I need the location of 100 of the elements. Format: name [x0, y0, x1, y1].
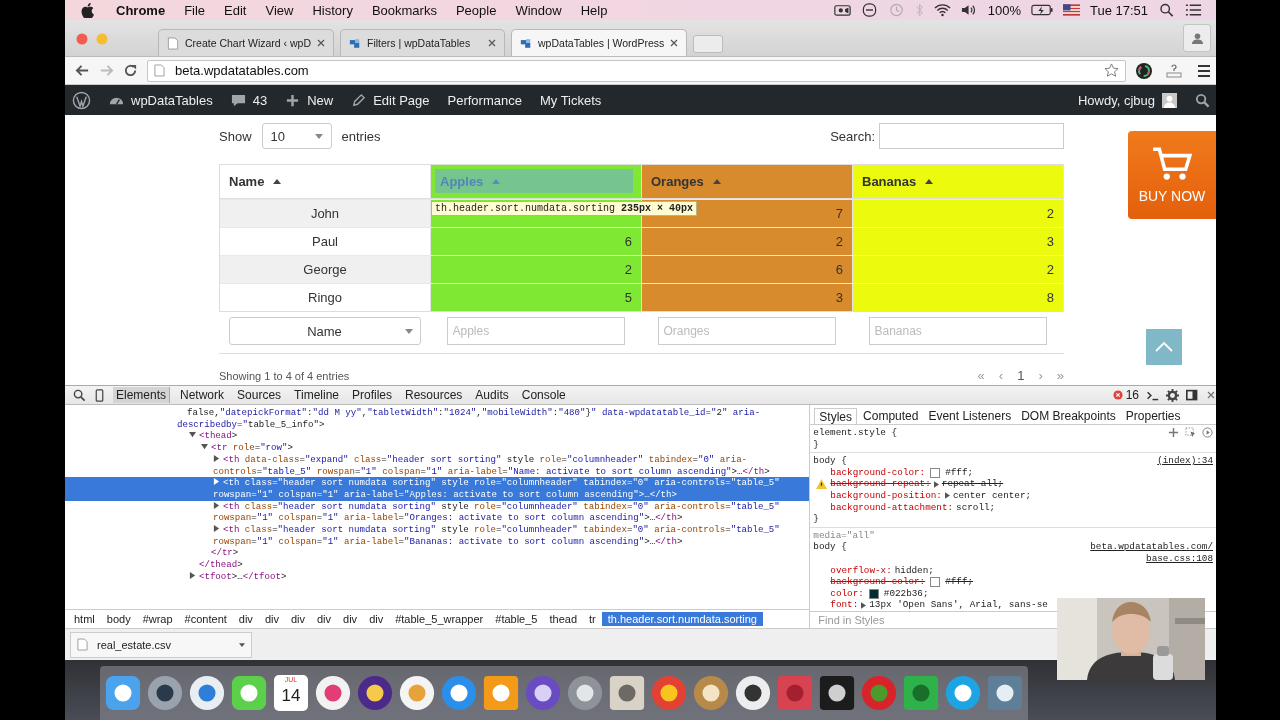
- play-circle-icon[interactable]: [1202, 427, 1213, 439]
- battery-icon[interactable]: [1030, 3, 1053, 17]
- browser-tab[interactable]: Create Chart Wizard ‹ wpD: [158, 29, 335, 56]
- dom-node[interactable]: <tr role="row">: [65, 442, 810, 454]
- breadcrumb[interactable]: div: [311, 612, 338, 626]
- wordpress-logo-icon[interactable]: [72, 90, 91, 110]
- breadcrumb[interactable]: tr: [583, 612, 602, 626]
- video-camera-icon[interactable]: [833, 3, 851, 17]
- error-count[interactable]: 16: [1125, 388, 1139, 402]
- filter-field[interactable]: Apples: [446, 317, 625, 345]
- breadcrumb[interactable]: #table_5: [489, 612, 544, 626]
- disclosure-triangle-icon[interactable]: [213, 525, 220, 533]
- devtools-tab[interactable]: Console: [518, 387, 569, 403]
- source-link[interactable]: (index):34: [1157, 455, 1213, 467]
- list-icon[interactable]: [1185, 3, 1202, 17]
- dom-node[interactable]: </thead>: [65, 559, 810, 571]
- devtools-tab[interactable]: Sources: [234, 387, 285, 403]
- find-in-styles-field[interactable]: Find in Styles: [810, 613, 1061, 627]
- breadcrumb[interactable]: body: [100, 612, 137, 626]
- breadcrumb[interactable]: div: [363, 612, 390, 626]
- close-tab-icon[interactable]: [317, 39, 326, 47]
- color-swatch[interactable]: [868, 588, 879, 599]
- filter-select[interactable]: Name: [228, 317, 421, 345]
- dom-node[interactable]: </tr>: [65, 547, 810, 560]
- browser-tab[interactable]: wpDataTables | WordPress: [511, 29, 688, 56]
- admin-bar-item[interactable]: My Tickets: [539, 92, 602, 108]
- menu-item[interactable]: Help: [580, 2, 608, 18]
- dock-side-icon[interactable]: [1186, 388, 1199, 402]
- breadcrumb[interactable]: #table_5_wrapper: [389, 612, 490, 626]
- page-link[interactable]: 1: [1017, 368, 1025, 383]
- expand-triangle-icon[interactable]: [944, 492, 950, 500]
- app-icon[interactable]: [104, 674, 142, 712]
- devtools-tab[interactable]: Elements: [113, 387, 171, 403]
- styles-subtab[interactable]: Event Listeners: [924, 408, 1016, 424]
- search-field[interactable]: [879, 123, 1064, 149]
- source-link[interactable]: beta.wpdatatables.com/: [1090, 541, 1213, 553]
- wifi-icon[interactable]: [933, 3, 951, 17]
- dom-node[interactable]: <thead>: [65, 430, 810, 443]
- breadcrumb[interactable]: div: [284, 612, 311, 626]
- dom-node[interactable]: <tfoot>…</tfoot>: [65, 570, 810, 583]
- breadcrumb[interactable]: div: [232, 612, 259, 626]
- filter-field[interactable]: Oranges: [657, 317, 836, 345]
- devtools-tab[interactable]: Network: [177, 387, 228, 403]
- search-icon[interactable]: [73, 388, 86, 402]
- admin-bar-item[interactable]: Edit Page: [351, 92, 430, 108]
- menu-item[interactable]: View: [265, 2, 294, 18]
- menu-item[interactable]: History: [312, 2, 353, 18]
- filter-field[interactable]: Bananas: [868, 317, 1047, 345]
- reload-icon[interactable]: [123, 63, 138, 78]
- breadcrumb[interactable]: #content: [178, 612, 233, 626]
- apple-logo-icon[interactable]: [81, 2, 94, 18]
- caret-icon[interactable]: [239, 642, 245, 647]
- menu-item[interactable]: Edit: [224, 2, 247, 18]
- dom-node[interactable]: <th data-class="expand" class="header sort sorting" style role="columnheader" tabindex="0" aria-controls="table_5" rowspan="1" colspan="1" aria-label="Name: activate to sort column ascending">…</th>: [65, 453, 810, 478]
- colorful-ring-icon[interactable]: [1135, 61, 1153, 80]
- breadcrumb[interactable]: thead: [543, 612, 583, 626]
- browser-tab[interactable]: Filters | wpDataTables: [340, 29, 506, 56]
- color-swatch[interactable]: [930, 576, 941, 587]
- column-header[interactable]: Bananas: [853, 165, 1064, 199]
- breadcrumb[interactable]: #wrap: [136, 612, 179, 626]
- star-icon[interactable]: [1104, 63, 1119, 78]
- menu-item[interactable]: People: [455, 2, 497, 18]
- search-icon[interactable]: [1158, 3, 1175, 17]
- styles-subtab[interactable]: DOM Breakpoints: [1017, 408, 1120, 424]
- speaker-icon[interactable]: [960, 3, 978, 17]
- dom-node[interactable]: false,"datepickFormat":"dd M yy","tabletWidth":"1024","mobileWidth":"480"}" data-wpdatatable_id="2" aria-describedby="table_5_info">: [65, 407, 810, 431]
- expand-triangle-icon[interactable]: [861, 601, 867, 609]
- disclosure-triangle-icon[interactable]: [213, 501, 220, 509]
- expand-triangle-icon[interactable]: [933, 480, 939, 488]
- app-icon[interactable]: [482, 674, 520, 712]
- address-field[interactable]: beta.wpdatatables.com: [147, 59, 1126, 82]
- devtools-tab[interactable]: Resources: [402, 387, 466, 403]
- admin-bar-item[interactable]: 43: [230, 92, 268, 108]
- settings-icon[interactable]: [1166, 388, 1179, 402]
- question-tray-icon[interactable]: [1165, 61, 1183, 80]
- app-icon[interactable]: [230, 674, 268, 712]
- breadcrumb[interactable]: th.header.sort.numdata.sorting: [601, 612, 763, 626]
- disclosure-triangle-icon[interactable]: [189, 571, 196, 579]
- styles-subtab[interactable]: Properties: [1121, 408, 1185, 424]
- color-swatch[interactable]: [930, 467, 941, 478]
- app-icon[interactable]: [818, 674, 856, 712]
- admin-bar-item[interactable]: Performance: [447, 92, 522, 108]
- source-link[interactable]: base.css:108: [1146, 552, 1213, 565]
- menu-item[interactable]: Window: [515, 2, 562, 18]
- page-length-select[interactable]: 10: [261, 123, 332, 149]
- breadcrumb[interactable]: html: [68, 612, 101, 626]
- app-menu[interactable]: Chrome: [116, 2, 166, 18]
- download-item[interactable]: real_estate.csv: [70, 631, 252, 658]
- search-icon[interactable]: [1195, 92, 1210, 108]
- dom-node[interactable]: <th class="header sort numdata sorting" style role="columnheader" tabindex="0" aria-controls="table_5" rowspan="1" colspan="1" aria-label="Bananas: activate to sort column ascending">…</th>: [65, 524, 810, 548]
- devtools-tab[interactable]: Profiles: [349, 387, 395, 403]
- plus-icon[interactable]: [1168, 427, 1179, 439]
- phone-icon[interactable]: [93, 388, 106, 402]
- cursor-box-icon[interactable]: [1185, 427, 1196, 439]
- dom-node[interactable]: <th class="header sort numdata sorting" style role="columnheader" tabindex="0" aria-controls="table_5" rowspan="1" colspan="1" aria-label="Apples: activate to sort column ascending">…</th>: [65, 477, 810, 501]
- styles-subtab[interactable]: Styles: [814, 408, 858, 424]
- column-header[interactable]: Oranges: [642, 165, 853, 199]
- clock[interactable]: Tue 17:51: [1089, 2, 1148, 18]
- admin-bar-item[interactable]: wpDataTables: [109, 92, 213, 108]
- close-icon[interactable]: [1206, 390, 1216, 400]
